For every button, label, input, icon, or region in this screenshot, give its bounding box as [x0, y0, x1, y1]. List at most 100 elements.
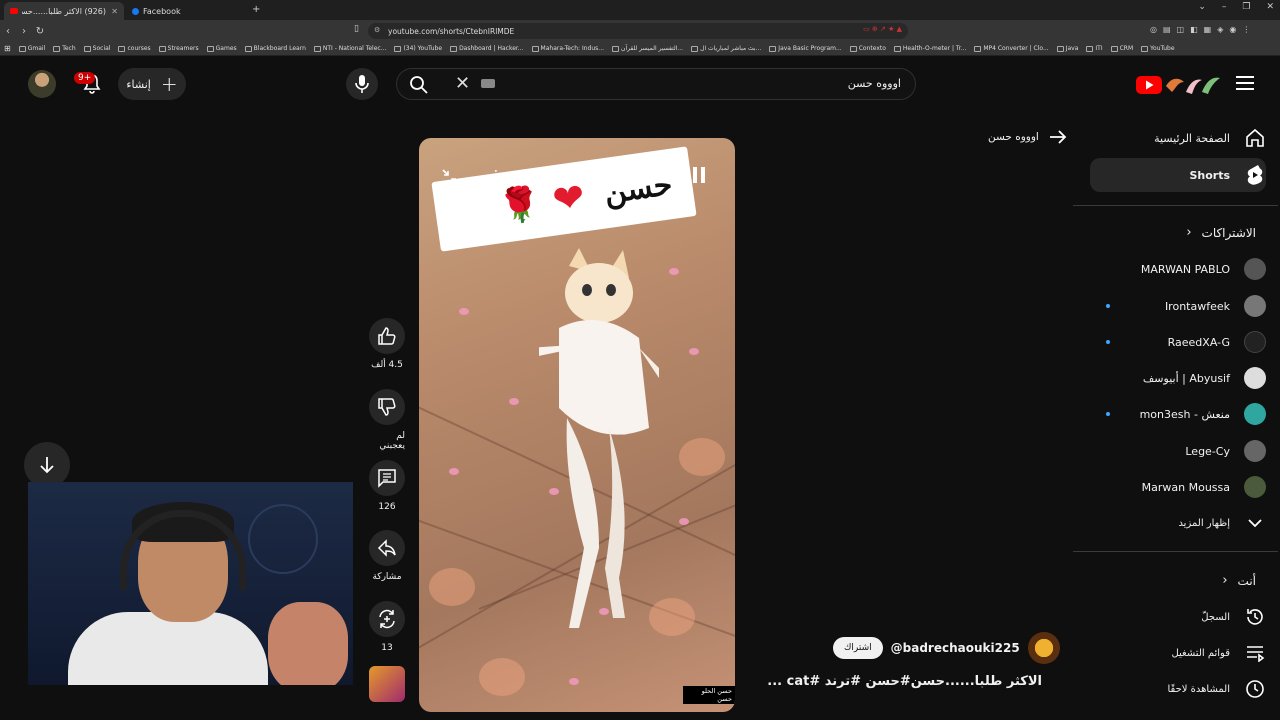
sidebar-divider: [1073, 205, 1278, 206]
thumbs-up-icon: [378, 327, 396, 345]
youtube-favicon-icon: [10, 8, 18, 14]
reload-icon[interactable]: ↻: [32, 26, 48, 37]
show-more-button[interactable]: إظهار المزيد: [1090, 506, 1266, 540]
bookmark-item[interactable]: بث مباشر لمباريات ال...: [691, 45, 761, 52]
bookmark-item[interactable]: courses: [118, 45, 151, 52]
maximize-icon[interactable]: ❐: [1242, 2, 1250, 12]
comments-button[interactable]: [369, 460, 405, 496]
streamer-hand: [268, 602, 348, 685]
clear-search-icon[interactable]: ✕: [455, 73, 470, 94]
subscription-item[interactable]: Marwan Moussa: [1090, 470, 1266, 504]
sidebar-item-playlists[interactable]: قوائم التشغيل: [1090, 636, 1266, 670]
subscription-item[interactable]: أبيوسف | Abyusif: [1090, 361, 1266, 395]
more-options-icon[interactable]: ⋮: [489, 168, 503, 184]
subscription-name: Lege-Cy: [1185, 444, 1230, 458]
forward-icon[interactable]: ›: [16, 26, 32, 37]
live-indicator: [1106, 412, 1110, 416]
close-window-icon[interactable]: ✕: [1266, 2, 1274, 12]
channel-avatar[interactable]: [1027, 632, 1060, 664]
short-video-player[interactable]: 🌹 ❤ حسن ⋮ حسن الحلو حسن: [419, 138, 735, 712]
apps-icon[interactable]: ⊞: [4, 44, 11, 53]
volume-icon[interactable]: [641, 166, 663, 190]
keyboard-icon[interactable]: [481, 79, 495, 88]
browser-tab-active[interactable]: (926) الاكثر طلبا......حسن#حسن ✕: [4, 2, 124, 20]
sidebar-item-home[interactable]: الصفحة الرئيسية: [1090, 121, 1266, 155]
dislike-action[interactable]: لم يعجبني: [369, 389, 405, 451]
bookmark-item[interactable]: MP4 Converter | Clo...: [974, 45, 1049, 52]
like-action[interactable]: 4.5 ألف: [369, 318, 405, 370]
comments-action[interactable]: 126: [369, 460, 405, 512]
sound-thumbnail[interactable]: [369, 666, 405, 702]
create-button[interactable]: إنشاء +: [118, 68, 186, 100]
voice-search-button[interactable]: [346, 68, 378, 100]
bookmark-item[interactable]: Streamers: [158, 45, 199, 52]
home-icon: [1244, 127, 1266, 149]
share-button[interactable]: [369, 530, 405, 566]
close-tab-icon[interactable]: ✕: [111, 7, 118, 16]
share-action[interactable]: مشاركة: [369, 530, 405, 582]
bookmark-item[interactable]: Contexto: [849, 45, 886, 52]
pause-icon[interactable]: [691, 166, 707, 188]
tab-search-icon[interactable]: ⌄: [1198, 2, 1206, 12]
stream-icon: [691, 45, 699, 52]
subscription-item[interactable]: Irontawfeek: [1090, 289, 1266, 323]
subscriptions-header[interactable]: الاشتراكات ‹: [1186, 225, 1256, 240]
bookmark-item[interactable]: YouTube: [1141, 45, 1175, 52]
you-section-header[interactable]: أنت ‹: [1222, 573, 1256, 588]
remix-action[interactable]: 13: [369, 601, 405, 653]
bookmark-item[interactable]: CRM: [1110, 45, 1133, 52]
bookmark-item[interactable]: Tech: [53, 45, 76, 52]
channel-row: اشتراك @badrechaouki225: [833, 632, 1060, 664]
tab-title: (926) الاكثر طلبا......حسن#حسن: [22, 6, 106, 16]
youtube-logo[interactable]: [1136, 72, 1226, 98]
minimize-icon[interactable]: –: [1222, 2, 1227, 12]
remix-button[interactable]: [369, 601, 405, 637]
subscription-item[interactable]: RaeedXA-G: [1090, 325, 1266, 359]
bookmark-item[interactable]: Social: [83, 45, 110, 52]
sidebar-item-shorts[interactable]: Shorts: [1090, 158, 1266, 192]
subscription-name: Irontawfeek: [1164, 299, 1230, 313]
bookmark-item[interactable]: Dashboard | Hacker...: [450, 45, 524, 52]
back-icon[interactable]: ‹: [0, 26, 16, 37]
sidebar-item-history[interactable]: السجلّ: [1090, 600, 1266, 634]
bookmark-item[interactable]: Blackboard Learn: [244, 45, 306, 52]
bookmark-item[interactable]: ITI: [1086, 45, 1103, 52]
bookmark-item[interactable]: Gmail: [18, 45, 45, 52]
search-input[interactable]: اوووه حسن: [848, 77, 901, 90]
url-field[interactable]: ⚙ youtube.com/shorts/CtebnIRlMDE ▭ ⊕ ↗ ★…: [368, 23, 908, 39]
account-avatar[interactable]: [28, 70, 56, 98]
collapse-icon[interactable]: [441, 168, 459, 190]
bookmark-icon[interactable]: ▯: [354, 24, 359, 34]
sidebar-item-watch-later[interactable]: المشاهدة لاحقًا: [1090, 672, 1266, 706]
search-box[interactable]: ✕ اوووه حسن: [396, 68, 916, 100]
sidebar-item-label: المشاهدة لاحقًا: [1167, 683, 1230, 695]
bookmark-item[interactable]: Java: [1056, 45, 1078, 52]
new-tab-button[interactable]: +: [252, 4, 260, 15]
caption-text: حسن: [602, 166, 675, 211]
dislike-button[interactable]: [369, 389, 405, 425]
bookmark-item[interactable]: Mahara-Tech: Indus...: [531, 45, 604, 52]
toolbar-extension-icons[interactable]: ◎▤◫◧▦◈◉⋮: [1150, 25, 1256, 34]
shorts-icon: [1244, 164, 1266, 186]
bookmark-item[interactable]: التفسير الميسر للقرآن...: [612, 45, 683, 52]
channel-handle[interactable]: @badrechaouki225: [891, 641, 1020, 655]
bookmark-item[interactable]: Games: [206, 45, 237, 52]
bookmark-item[interactable]: (34) YouTube: [394, 45, 442, 52]
subscription-item[interactable]: MARWAN PABLO: [1090, 252, 1266, 286]
short-title[interactable]: الاكثر طلبا......حسن#حسن #ترند #cat ...: [760, 674, 1042, 689]
subscription-item[interactable]: mon3esh - منعش: [1090, 397, 1266, 431]
subscription-item[interactable]: Lege-Cy: [1090, 434, 1266, 468]
extension-icons[interactable]: ▭ ⊕ ↗ ★ ▲: [863, 25, 902, 33]
hamburger-menu-icon[interactable]: [1236, 76, 1254, 90]
search-icon[interactable]: [409, 75, 429, 99]
like-button[interactable]: [369, 318, 405, 354]
subscribe-button[interactable]: اشتراك: [833, 637, 883, 659]
youtube-header: إنشاء + ✕ اوووه حسن: [0, 56, 1280, 112]
back-to-search-link[interactable]: اوووه حسن: [988, 130, 1067, 144]
bookmark-item[interactable]: NTI - National Telec...: [313, 45, 386, 52]
bookmark-item[interactable]: Java Basic Program...: [769, 45, 842, 52]
channel-avatar: [1244, 367, 1266, 389]
bookmark-item[interactable]: Health-O-meter | Tr...: [893, 45, 966, 52]
site-info-icon[interactable]: ⚙: [374, 26, 380, 34]
browser-tab[interactable]: Facebook: [126, 2, 254, 20]
